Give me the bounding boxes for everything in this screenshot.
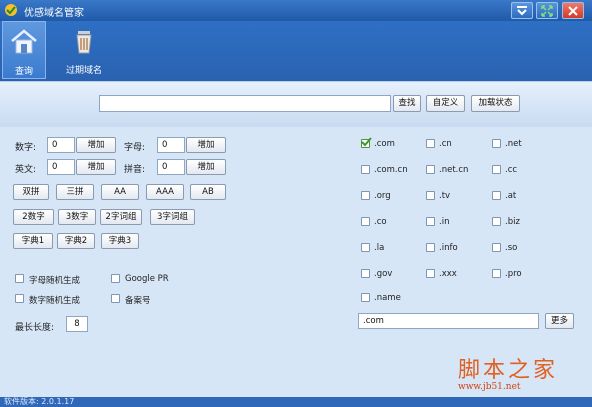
tld-label-gov: .gov: [374, 269, 393, 279]
tld-checkbox-co[interactable]: [361, 217, 370, 226]
watermark-title: 脚本之家: [458, 358, 559, 383]
tld-checkbox-pro[interactable]: [492, 269, 501, 278]
letters-field[interactable]: 0: [157, 137, 185, 153]
tool-query[interactable]: 查询: [2, 21, 46, 79]
tld-label-so: .so: [505, 243, 518, 253]
max-length-field[interactable]: 8: [66, 316, 88, 332]
search-band: 查找 自定义 加载状态: [0, 81, 592, 128]
icp-number-checkbox[interactable]: [111, 294, 120, 303]
find-button[interactable]: 查找: [393, 95, 421, 112]
close-button[interactable]: [562, 2, 584, 19]
random-digits-checkbox[interactable]: [15, 294, 24, 303]
tld-checkbox-la[interactable]: [361, 243, 370, 252]
expand-icon: [541, 4, 553, 17]
number-button-2word[interactable]: 2字词组: [100, 209, 142, 225]
tld-checkbox-comcn[interactable]: [361, 165, 370, 174]
tld-label-com: .com: [374, 139, 395, 149]
icp-number-label: 备案号: [125, 296, 151, 306]
tld-checkbox-com[interactable]: [361, 137, 372, 148]
tld-checkbox-cn[interactable]: [426, 139, 435, 148]
number-button-2digit[interactable]: 2数字: [13, 209, 54, 225]
tld-label-netcn: .net.cn: [439, 165, 469, 175]
app-logo-icon: [5, 4, 17, 16]
selected-tlds-field[interactable]: .com: [358, 313, 539, 329]
tld-checkbox-netcn[interactable]: [426, 165, 435, 174]
number-button-3digit[interactable]: 3数字: [58, 209, 96, 225]
random-letters-label: 字母随机生成: [29, 276, 81, 286]
tld-label-net: .net: [505, 139, 522, 149]
tld-label-in: .in: [439, 217, 450, 227]
maximize-button[interactable]: [536, 2, 558, 19]
tld-label-info: .info: [439, 243, 458, 253]
digits-field[interactable]: 0: [47, 137, 75, 153]
status-bar: 软件版本: 2.0.1.17: [0, 397, 592, 407]
tld-checkbox-net[interactable]: [492, 139, 501, 148]
tld-checkbox-info[interactable]: [426, 243, 435, 252]
tld-checkbox-tv[interactable]: [426, 191, 435, 200]
pattern-button-sanpin[interactable]: 三拼: [56, 184, 94, 200]
tld-label-at: .at: [505, 191, 517, 201]
english-add-button[interactable]: 增加: [76, 159, 116, 175]
dict-button-1[interactable]: 字典1: [13, 233, 53, 249]
tld-label-cn: .cn: [439, 139, 452, 149]
checkmark-icon: [361, 137, 372, 147]
tld-checkbox-cc[interactable]: [492, 165, 501, 174]
tool-expired-domains[interactable]: 过期域名: [62, 21, 106, 79]
digits-add-button[interactable]: 增加: [76, 137, 116, 153]
toolbar: 查询 过期域名: [0, 21, 592, 81]
pattern-button-shuangpin[interactable]: 双拼: [13, 184, 49, 200]
chevron-down-icon: [517, 5, 527, 15]
number-button-3word[interactable]: 3字词组: [150, 209, 195, 225]
tld-label-name: .name: [374, 293, 401, 303]
search-input[interactable]: [99, 95, 391, 112]
house-icon: [11, 29, 37, 54]
menu-button[interactable]: [511, 2, 533, 19]
tld-checkbox-org[interactable]: [361, 191, 370, 200]
tld-checkbox-so[interactable]: [492, 243, 501, 252]
pinyin-add-button[interactable]: 增加: [186, 159, 226, 175]
random-digits-label: 数字随机生成: [29, 296, 81, 306]
tld-label-org: .org: [374, 191, 391, 201]
tld-checkbox-biz[interactable]: [492, 217, 501, 226]
tool-query-label: 查询: [14, 67, 33, 77]
tld-checkbox-name[interactable]: [361, 293, 370, 302]
max-length-label: 最长长度:: [15, 323, 55, 333]
window-title: 优感域名管家: [24, 8, 84, 19]
letters-add-button[interactable]: 增加: [186, 137, 226, 153]
pattern-button-ab[interactable]: AB: [190, 184, 226, 200]
english-field[interactable]: 0: [47, 159, 75, 175]
tld-label-pro: .pro: [505, 269, 522, 279]
pattern-button-aa[interactable]: AA: [101, 184, 139, 200]
google-pr-label: Google PR: [125, 274, 169, 284]
digits-label: 数字:: [15, 143, 37, 153]
custom-button[interactable]: 自定义: [426, 95, 465, 112]
tld-label-comcn: .com.cn: [374, 165, 408, 175]
watermark: 脚本之家 www.jb51.net: [458, 352, 558, 392]
tld-label-la: .la: [374, 243, 385, 253]
tld-label-xxx: .xxx: [439, 269, 457, 279]
pinyin-label: 拼音:: [124, 165, 146, 175]
tld-label-co: .co: [374, 217, 387, 227]
load-state-button[interactable]: 加载状态: [471, 95, 520, 112]
tld-label-tv: .tv: [439, 191, 451, 201]
tld-checkbox-at[interactable]: [492, 191, 501, 200]
dict-button-2[interactable]: 字典2: [57, 233, 95, 249]
pattern-button-aaa[interactable]: AAA: [146, 184, 184, 200]
google-pr-checkbox[interactable]: [111, 274, 120, 283]
letters-label: 字母:: [124, 143, 146, 153]
dict-button-3[interactable]: 字典3: [101, 233, 139, 249]
tld-checkbox-gov[interactable]: [361, 269, 370, 278]
pinyin-field[interactable]: 0: [157, 159, 185, 175]
close-icon: [568, 5, 578, 16]
more-tlds-button[interactable]: 更多: [545, 313, 574, 329]
random-letters-checkbox[interactable]: [15, 274, 24, 283]
title-bar: 优感域名管家: [0, 0, 592, 21]
trash-can-icon: [76, 31, 92, 54]
tld-label-biz: .biz: [505, 217, 520, 227]
tool-expired-label: 过期域名: [65, 66, 102, 76]
tld-checkbox-xxx[interactable]: [426, 269, 435, 278]
tld-checkbox-in[interactable]: [426, 217, 435, 226]
english-label: 英文:: [15, 165, 37, 175]
tld-label-cc: .cc: [505, 165, 518, 175]
